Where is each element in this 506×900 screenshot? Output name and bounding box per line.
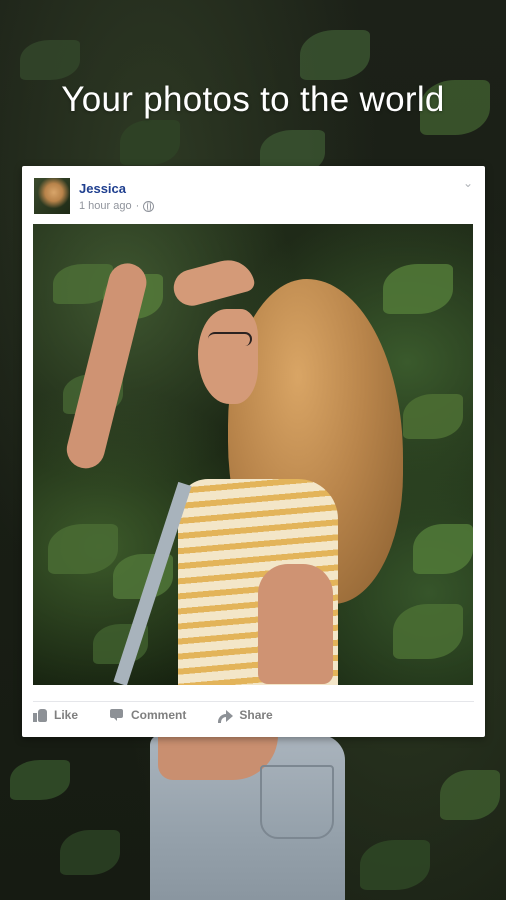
author-name[interactable]: Jessica [79, 181, 126, 196]
leaf [440, 770, 500, 820]
leaf [120, 120, 180, 165]
leaf [393, 604, 463, 659]
chevron-down-icon[interactable]: ⌄ [461, 176, 475, 190]
leaf [383, 264, 453, 314]
like-button[interactable]: Like [33, 708, 78, 722]
post-actions: Like Comment Share [33, 708, 305, 723]
comment-icon [110, 708, 124, 722]
leaf [10, 760, 70, 800]
thumbs-up-icon [33, 708, 47, 722]
share-button[interactable]: Share [218, 708, 273, 723]
comment-label: Comment [131, 708, 187, 722]
comment-button[interactable]: Comment [110, 708, 186, 722]
avatar[interactable] [34, 178, 70, 214]
figure-lower-body [150, 735, 345, 900]
leaf [20, 40, 80, 80]
post-photo[interactable] [33, 224, 473, 685]
post-card: Jessica 1 hour ago · ⌄ Like Comment Shar… [22, 166, 485, 737]
hand-on-head [169, 254, 257, 310]
leaf [403, 394, 463, 439]
post-meta: 1 hour ago · [79, 200, 155, 212]
glasses [208, 332, 252, 346]
globe-icon [143, 200, 155, 212]
leaf [360, 840, 430, 890]
headline: Your photos to the world [61, 80, 445, 119]
arm [258, 564, 333, 684]
like-label: Like [54, 708, 79, 722]
meta-separator: · [135, 200, 140, 212]
post-time[interactable]: 1 hour ago [79, 200, 132, 212]
divider [33, 701, 474, 702]
leaf [300, 30, 370, 80]
back-pocket [260, 765, 334, 839]
leaf [413, 524, 473, 574]
leaf [60, 830, 120, 875]
share-arrow-icon [218, 708, 234, 723]
face [198, 309, 258, 404]
share-label: Share [239, 708, 273, 722]
leaf [48, 524, 118, 574]
